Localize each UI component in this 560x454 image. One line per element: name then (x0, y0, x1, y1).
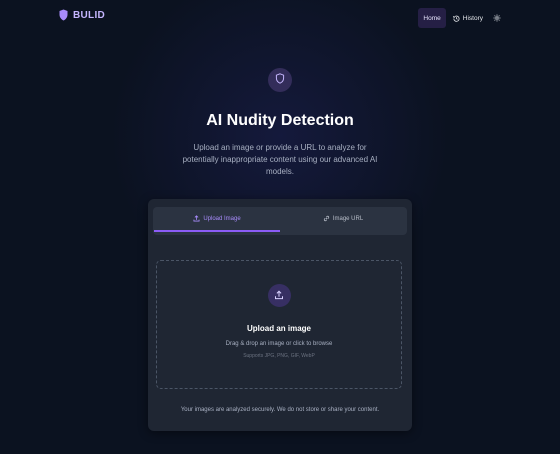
settings-button[interactable] (490, 8, 504, 28)
privacy-note: Your images are analyzed securely. We do… (180, 407, 380, 413)
upload-icon (193, 215, 200, 222)
upload-icon (274, 287, 284, 305)
tab-upload-image[interactable]: Upload Image (154, 207, 280, 232)
tab-image-url-label: Image URL (332, 215, 364, 222)
dropzone-hint: Drag & drop an image or click to browse (225, 341, 333, 347)
tab-upload-image-label: Upload Image (203, 215, 241, 222)
hero-badge (268, 68, 292, 92)
input-tabs: Upload Image Image URL (153, 207, 407, 235)
brand[interactable]: BULID (59, 9, 105, 21)
image-dropzone[interactable]: Upload an image Drag & drop an image or … (156, 260, 402, 389)
brand-name: BULID (73, 9, 106, 21)
top-navbar: BULID Home History (0, 0, 560, 38)
upload-card: Upload Image Image URL Upload an image D… (148, 199, 412, 431)
nav-history-link[interactable]: History (450, 8, 486, 28)
page: BULID Home History AI Nudity Detection U… (0, 0, 560, 454)
dropzone-formats: Supports JPG, PNG, GIF, WebP (243, 353, 315, 359)
settings-icon (493, 9, 501, 27)
hero-section: AI Nudity Detection Upload an image or p… (0, 68, 560, 178)
shield-icon (275, 71, 285, 89)
page-title: AI Nudity Detection (206, 112, 354, 129)
page-subtitle: Upload an image or provide a URL to anal… (182, 143, 378, 176)
history-icon (453, 15, 460, 22)
upload-badge (267, 284, 291, 307)
shield-icon (59, 9, 68, 21)
nav-home-link[interactable]: Home (418, 8, 446, 28)
main-nav: Home History (418, 8, 504, 28)
link-icon (323, 215, 330, 222)
tab-image-url[interactable]: Image URL (280, 207, 406, 230)
nav-history-label: History (462, 14, 483, 22)
dropzone-title: Upload an image (246, 324, 311, 333)
